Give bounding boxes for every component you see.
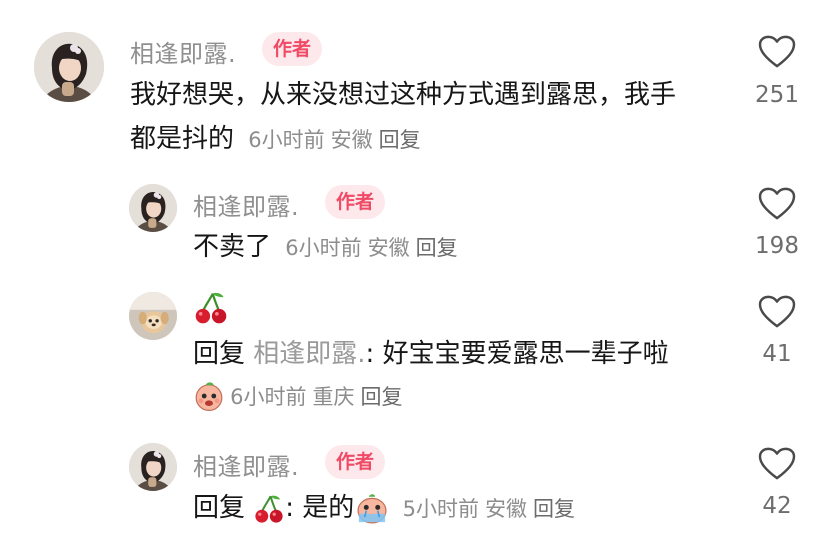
like-count: 41 bbox=[762, 341, 792, 367]
comment-location: 安徽 bbox=[367, 236, 410, 260]
heart-outline-icon[interactable] bbox=[758, 187, 796, 221]
comment-time: 6小时前 bbox=[248, 128, 325, 152]
comment-username[interactable]: 相逢即露. bbox=[130, 34, 236, 69]
cherries-icon[interactable] bbox=[193, 290, 229, 326]
comment-location: 安徽 bbox=[484, 497, 527, 521]
user-avatar-image bbox=[129, 184, 177, 232]
like-count: 198 bbox=[755, 233, 799, 259]
comment-text-line-2: 都是抖的 6小时前 安徽 回复 bbox=[130, 117, 427, 162]
user-avatar-image bbox=[34, 32, 104, 102]
author-badge: 作者 bbox=[262, 32, 323, 66]
peach-face-icon bbox=[193, 380, 225, 412]
comment-time: 5小时前 bbox=[402, 497, 479, 521]
heart-outline-icon[interactable] bbox=[758, 447, 796, 481]
comment-text: : 好宝宝要爱露思一辈子啦 bbox=[365, 339, 669, 369]
comment-text-line-1: 我好想哭，从来没想过这种方式遇到露思，我手 bbox=[130, 80, 677, 110]
comment-meta: 6小时前 重庆 回复 bbox=[230, 385, 408, 409]
comment-meta: 5小时前 安徽 回复 bbox=[403, 497, 581, 521]
comment-line: 回复 相逢即露.: 好宝宝要爱露思一辈子啦 bbox=[193, 332, 669, 376]
author-badge: 作者 bbox=[325, 185, 386, 219]
avatar[interactable] bbox=[129, 184, 177, 232]
comment-username[interactable]: 相逢即露. bbox=[193, 187, 299, 222]
comment-meta-row: 6小时前 重庆 回复 bbox=[193, 380, 408, 414]
reply-button[interactable]: 回复 bbox=[533, 497, 575, 521]
comment-text: 不卖了 bbox=[193, 232, 272, 262]
comment-username[interactable]: 相逢即露. bbox=[193, 447, 299, 482]
reply-prefix: 回复 bbox=[193, 493, 246, 523]
like-count: 42 bbox=[762, 493, 792, 519]
reply-button[interactable]: 回复 bbox=[360, 385, 402, 409]
author-badge: 作者 bbox=[325, 445, 386, 479]
avatar[interactable] bbox=[129, 443, 177, 491]
user-avatar-image bbox=[129, 443, 177, 491]
comment-location: 重庆 bbox=[312, 385, 355, 409]
comment-meta: 6小时前 安徽 回复 bbox=[248, 128, 426, 152]
heart-outline-icon[interactable] bbox=[758, 35, 796, 69]
reply-target-username[interactable]: 相逢即露. bbox=[253, 339, 365, 369]
avatar[interactable] bbox=[129, 292, 177, 340]
comment-time: 6小时前 bbox=[285, 236, 362, 260]
like-count: 251 bbox=[755, 82, 799, 108]
comment-line: 回复 : 是的 5小时前 安徽 回复 bbox=[193, 486, 581, 531]
comment-meta: 6小时前 安徽 回复 bbox=[285, 236, 463, 260]
tearful-face-icon bbox=[354, 492, 390, 526]
reply-button[interactable]: 回复 bbox=[379, 128, 421, 152]
comment-location: 安徽 bbox=[330, 128, 373, 152]
avatar[interactable] bbox=[34, 32, 104, 102]
cherries-icon[interactable] bbox=[253, 493, 285, 525]
heart-outline-icon[interactable] bbox=[758, 295, 796, 329]
comment-text: 都是抖的 bbox=[130, 124, 235, 154]
reply-button[interactable]: 回复 bbox=[416, 236, 458, 260]
comment-line: 不卖了 6小时前 安徽 回复 bbox=[193, 225, 464, 270]
user-avatar-image bbox=[129, 292, 177, 340]
reply-prefix: 回复 bbox=[193, 339, 246, 369]
comment-text: : 是的 bbox=[285, 493, 355, 523]
comment-time: 6小时前 bbox=[230, 385, 307, 409]
